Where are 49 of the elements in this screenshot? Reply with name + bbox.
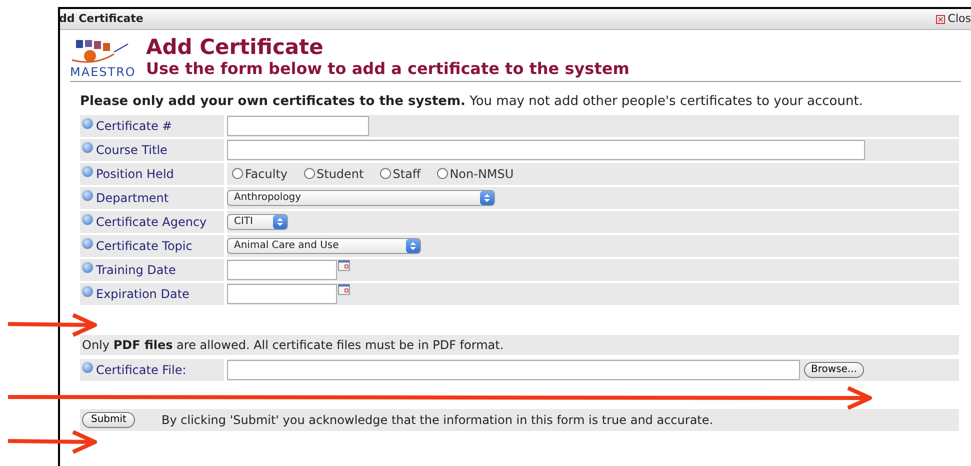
field-label: Position Held: [96, 166, 174, 183]
radio-label: Faculty: [245, 166, 288, 183]
field-label: Expiration Date: [96, 286, 190, 303]
radio-button[interactable]: [380, 168, 391, 180]
page-title: Add Certificate: [146, 36, 324, 60]
radio-button[interactable]: [436, 168, 448, 180]
field-label: Certificate Agency: [96, 214, 207, 231]
stepper-arrows-icon: [406, 238, 420, 253]
page-subtitle: Use the form below to add a certificate to the system: [146, 59, 630, 78]
help-icon[interactable]: [82, 238, 93, 249]
submit-button[interactable]: Submit: [82, 412, 136, 428]
stepper-arrows-icon: [273, 214, 287, 229]
help-icon[interactable]: [82, 190, 93, 201]
acknowledgement-text: By clicking 'Submit' you acknowledge that the information in this form is true and accurate.: [161, 412, 714, 429]
close-button[interactable]: Clos: [936, 10, 971, 28]
radio-label: Staff: [392, 166, 421, 183]
field-label: Certificate #: [96, 118, 172, 135]
radio-label: Student: [316, 166, 364, 183]
calendar-icon[interactable]: [338, 260, 350, 271]
notice-text: Please only add your own certificates to the system. You may not add other people's certificates to your account.: [80, 93, 864, 112]
radio-label: Non-NMSU: [450, 166, 514, 183]
help-icon[interactable]: [82, 142, 93, 153]
help-icon[interactable]: [82, 214, 93, 225]
radio-button[interactable]: [304, 168, 314, 180]
file-field[interactable]: [227, 360, 800, 380]
date-field[interactable]: [227, 284, 337, 304]
calendar-icon[interactable]: [338, 284, 350, 295]
field-label: Course Title: [96, 142, 168, 159]
help-icon[interactable]: [82, 166, 93, 177]
dropdown[interactable]: Animal Care and Use: [227, 238, 421, 254]
help-icon[interactable]: [82, 262, 93, 273]
help-icon[interactable]: [82, 362, 93, 373]
file-notice-text: Only PDF files are allowed. All certificate files must be in PDF format.: [82, 336, 504, 354]
logo-text: MAESTRO: [70, 66, 136, 78]
field-label: Certificate Topic: [96, 238, 192, 255]
text-field[interactable]: [227, 116, 369, 136]
field-label: Certificate File:: [96, 362, 186, 379]
field-label: Department: [96, 190, 169, 207]
help-icon[interactable]: [82, 286, 93, 297]
field-label: Training Date: [96, 262, 176, 279]
close-icon: [936, 14, 945, 24]
radio-button[interactable]: [232, 168, 243, 180]
dropdown[interactable]: Anthropology: [227, 190, 495, 206]
help-icon[interactable]: [82, 118, 93, 129]
text-field[interactable]: [227, 140, 865, 160]
browse-button[interactable]: Browse...: [804, 362, 864, 378]
stepper-arrows-icon: [480, 190, 494, 205]
dropdown[interactable]: CITI: [227, 214, 288, 230]
date-field[interactable]: [227, 260, 337, 280]
